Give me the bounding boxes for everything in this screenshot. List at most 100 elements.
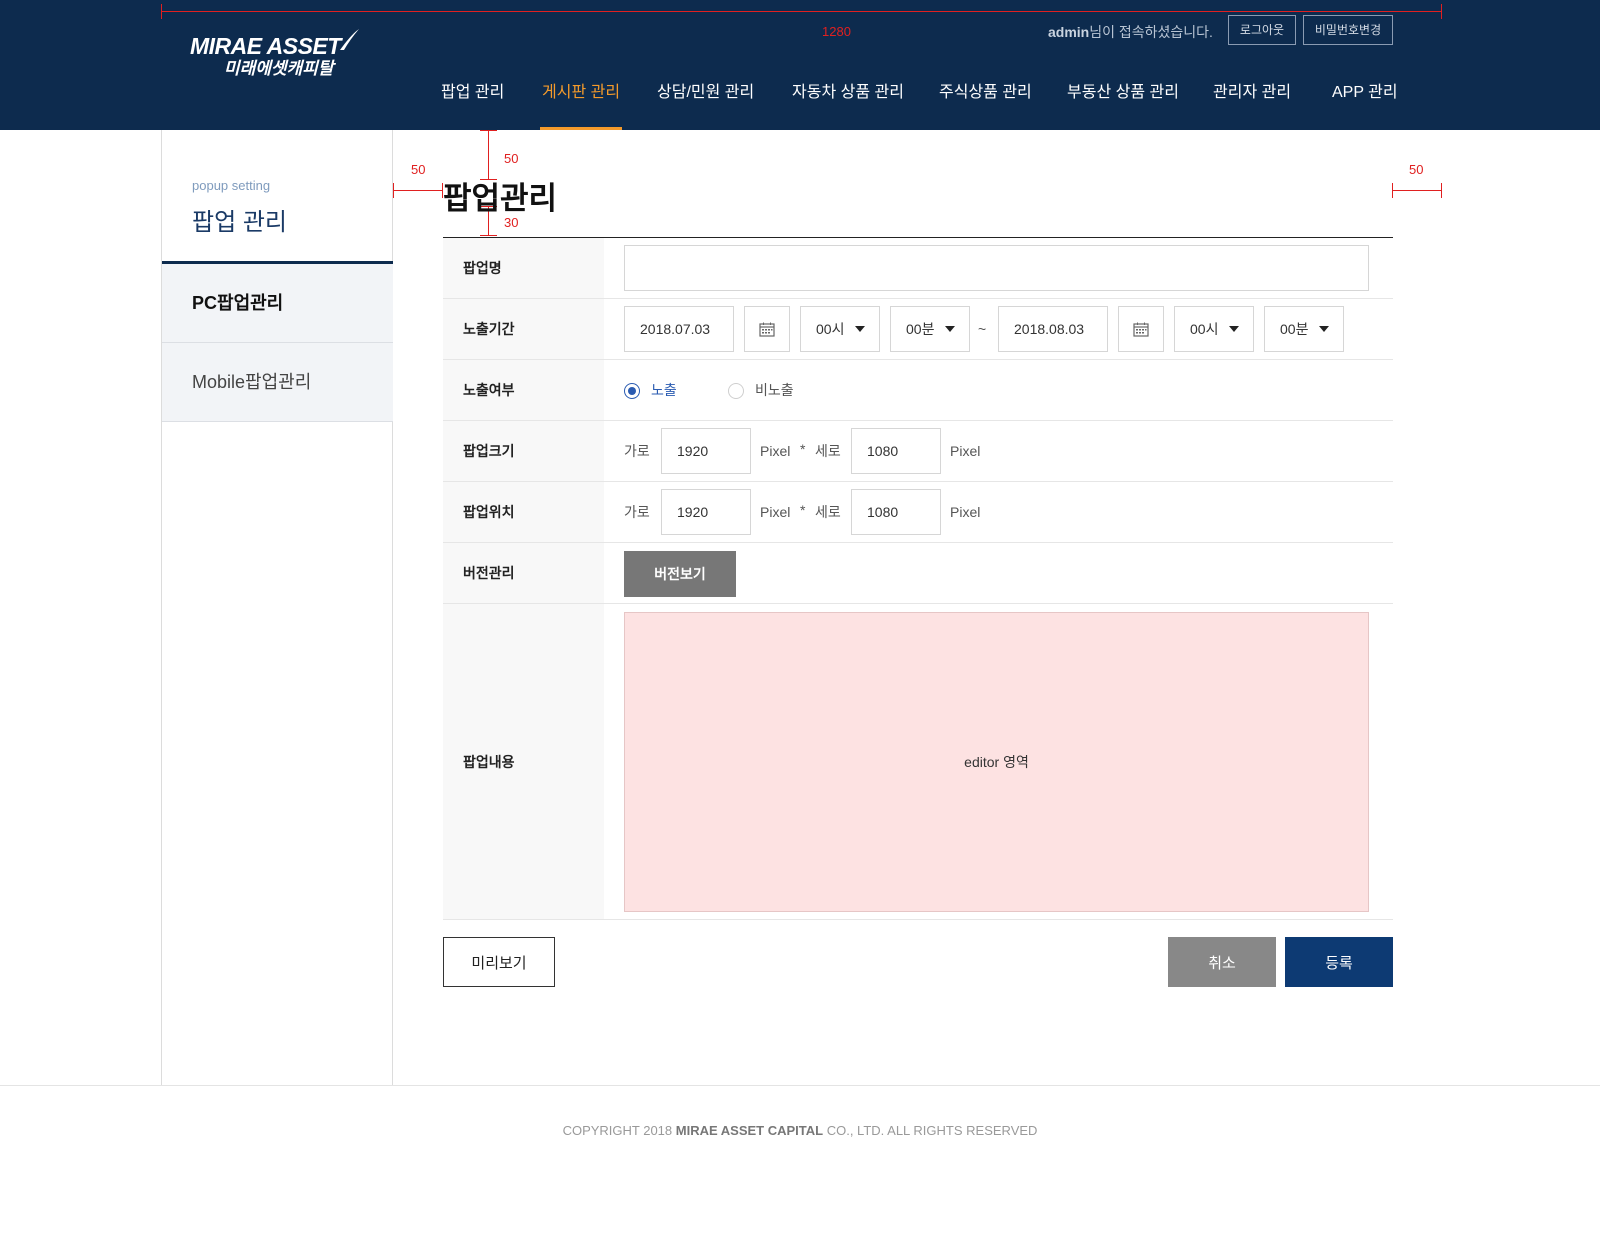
sidebar-item-pc-popup[interactable]: PC팝업관리 (162, 264, 393, 343)
sidebar-subtitle: popup setting (192, 178, 271, 193)
editor-placeholder: editor 영역 (964, 754, 1029, 770)
start-minute-value: 00분 (906, 321, 935, 337)
size-width-input[interactable] (661, 428, 751, 474)
sidebar-title: 팝업 관리 (192, 209, 287, 236)
size-times: * (800, 441, 806, 457)
sidebar: popup setting 팝업 관리 PC팝업관리 Mobile팝업관리 (161, 130, 393, 1085)
submit-button[interactable]: 등록 (1285, 937, 1393, 987)
form-row-content: 팝업내용 editor 영역 (443, 604, 1393, 920)
nav-item-app[interactable]: APP 관리 (1332, 82, 1398, 130)
period-tilde: ~ (978, 321, 987, 337)
nav-item-stock-products[interactable]: 주식상품 관리 (939, 82, 1032, 130)
guide-width-tick-right (1441, 4, 1442, 19)
change-password-button[interactable]: 비밀번호변경 (1303, 15, 1393, 45)
form-row-name: 팝업명 (443, 238, 1393, 299)
chevron-down-icon (945, 326, 955, 332)
start-hour-value: 00시 (816, 321, 845, 337)
form-label-content: 팝업내용 (443, 604, 604, 919)
sidebar-item-mobile-popup[interactable]: Mobile팝업관리 (162, 343, 393, 422)
start-calendar-icon[interactable] (744, 306, 790, 352)
nav-item-consulting[interactable]: 상담/민원 관리 (657, 82, 754, 130)
popup-form: 팝업명 노출기간 2018.07.03 00시 00분 ~ 2018.08.03 (443, 237, 1393, 920)
guide-width-tick-left (161, 4, 162, 19)
header: MIRAE ASSET 미래에셋캐피탈 admin님이 접속하셨습니다. 로그아… (0, 0, 1600, 130)
nav-item-real-estate[interactable]: 부동산 상품 관리 (1067, 82, 1179, 130)
popup-name-input[interactable] (624, 245, 1369, 291)
form-row-period: 노출기간 2018.07.03 00시 00분 ~ 2018.08.03 00시… (443, 299, 1393, 360)
footer-prefix: COPYRIGHT 2018 (562, 1123, 676, 1138)
admin-greeting: admin님이 접속하셨습니다. (1048, 22, 1213, 42)
chevron-down-icon (1229, 326, 1239, 332)
end-date-input[interactable]: 2018.08.03 (998, 306, 1108, 352)
admin-username: admin (1048, 24, 1090, 40)
guide-top-gap-label: 50 (504, 151, 519, 166)
start-hour-select[interactable]: 00시 (800, 306, 880, 352)
page-title: 팝업관리 (443, 181, 558, 216)
exposure-off-label[interactable]: 비노출 (755, 380, 794, 400)
guide-right-gap-label: 50 (1409, 162, 1424, 177)
end-hour-value: 00시 (1190, 321, 1219, 337)
start-date-input[interactable]: 2018.07.03 (624, 306, 734, 352)
form-label-position: 팝업위치 (443, 482, 604, 542)
footer-company: MIRAE ASSET CAPITAL (675, 1123, 824, 1138)
footer-suffix: CO., LTD. ALL RIGHTS RESERVED (823, 1123, 1038, 1138)
editor-area[interactable]: editor 영역 (624, 612, 1369, 912)
sidebar-menu: PC팝업관리 Mobile팝업관리 (162, 261, 393, 422)
exposure-off-radio[interactable] (728, 383, 744, 399)
end-hour-select[interactable]: 00시 (1174, 306, 1254, 352)
admin-greeting-suffix: 님이 접속하셨습니다. (1089, 24, 1213, 40)
size-height-unit: Pixel (950, 443, 981, 459)
position-times: * (800, 502, 806, 518)
size-width-label: 가로 (624, 443, 650, 459)
end-calendar-icon[interactable] (1118, 306, 1164, 352)
form-label-size: 팝업크기 (443, 421, 604, 481)
nav-item-popup[interactable]: 팝업 관리 (441, 82, 504, 130)
guide-width-label: 1280 (822, 24, 851, 39)
form-label-name: 팝업명 (443, 238, 604, 298)
guide-right-gap-tick-a (1392, 183, 1393, 198)
chevron-down-icon (1319, 326, 1329, 332)
form-row-position: 팝업위치 가로 Pixel * 세로 Pixel (443, 482, 1393, 543)
nav-item-car-products[interactable]: 자동차 상품 관리 (792, 82, 904, 130)
logout-button[interactable]: 로그아웃 (1228, 15, 1296, 45)
admin-page: MIRAE ASSET 미래에셋캐피탈 admin님이 접속하셨습니다. 로그아… (0, 0, 1600, 1250)
footer-divider (0, 1085, 1600, 1086)
position-x-label: 가로 (624, 504, 650, 520)
position-x-unit: Pixel (760, 504, 791, 520)
guide-left-gap-line (393, 190, 443, 191)
end-minute-select[interactable]: 00분 (1264, 306, 1344, 352)
start-minute-select[interactable]: 00분 (890, 306, 970, 352)
view-version-button[interactable]: 버전보기 (624, 551, 736, 597)
guide-top-gap-tick-a (480, 130, 497, 131)
form-label-period: 노출기간 (443, 299, 604, 359)
exposure-on-label[interactable]: 노출 (651, 380, 677, 400)
position-y-unit: Pixel (950, 504, 981, 520)
nav-item-board[interactable]: 게시판 관리 (539, 82, 623, 130)
position-y-input[interactable] (851, 489, 941, 535)
form-row-exposure: 노출여부 노출 비노출 (443, 360, 1393, 421)
end-minute-value: 00분 (1280, 321, 1309, 337)
guide-width-line (161, 11, 1442, 12)
guide-left-gap-tick-a (393, 183, 394, 198)
logo[interactable]: MIRAE ASSET 미래에셋캐피탈 (190, 29, 359, 80)
position-x-input[interactable] (661, 489, 751, 535)
guide-right-gap-tick-b (1441, 183, 1442, 198)
size-height-input[interactable] (851, 428, 941, 474)
logo-text-en: MIRAE ASSET (190, 33, 341, 59)
exposure-on-radio[interactable] (624, 383, 640, 399)
size-width-unit: Pixel (760, 443, 791, 459)
chevron-down-icon (855, 326, 865, 332)
form-row-version: 버전관리 버전보기 (443, 543, 1393, 604)
form-row-size: 팝업크기 가로 Pixel * 세로 Pixel (443, 421, 1393, 482)
preview-button[interactable]: 미리보기 (443, 937, 555, 987)
guide-left-gap-label: 50 (411, 162, 426, 177)
footer-copyright: COPYRIGHT 2018 MIRAE ASSET CAPITAL CO., … (0, 1123, 1600, 1138)
nav-item-admins[interactable]: 관리자 관리 (1213, 82, 1291, 130)
logo-swoosh-icon (340, 29, 359, 50)
guide-bottom-gap-tick-b (480, 235, 497, 236)
form-label-version: 버전관리 (443, 543, 604, 603)
logo-text-ko: 미래에셋캐피탈 (224, 59, 334, 78)
cancel-button[interactable]: 취소 (1168, 937, 1276, 987)
guide-right-gap-line (1392, 190, 1442, 191)
position-y-label: 세로 (815, 504, 841, 520)
